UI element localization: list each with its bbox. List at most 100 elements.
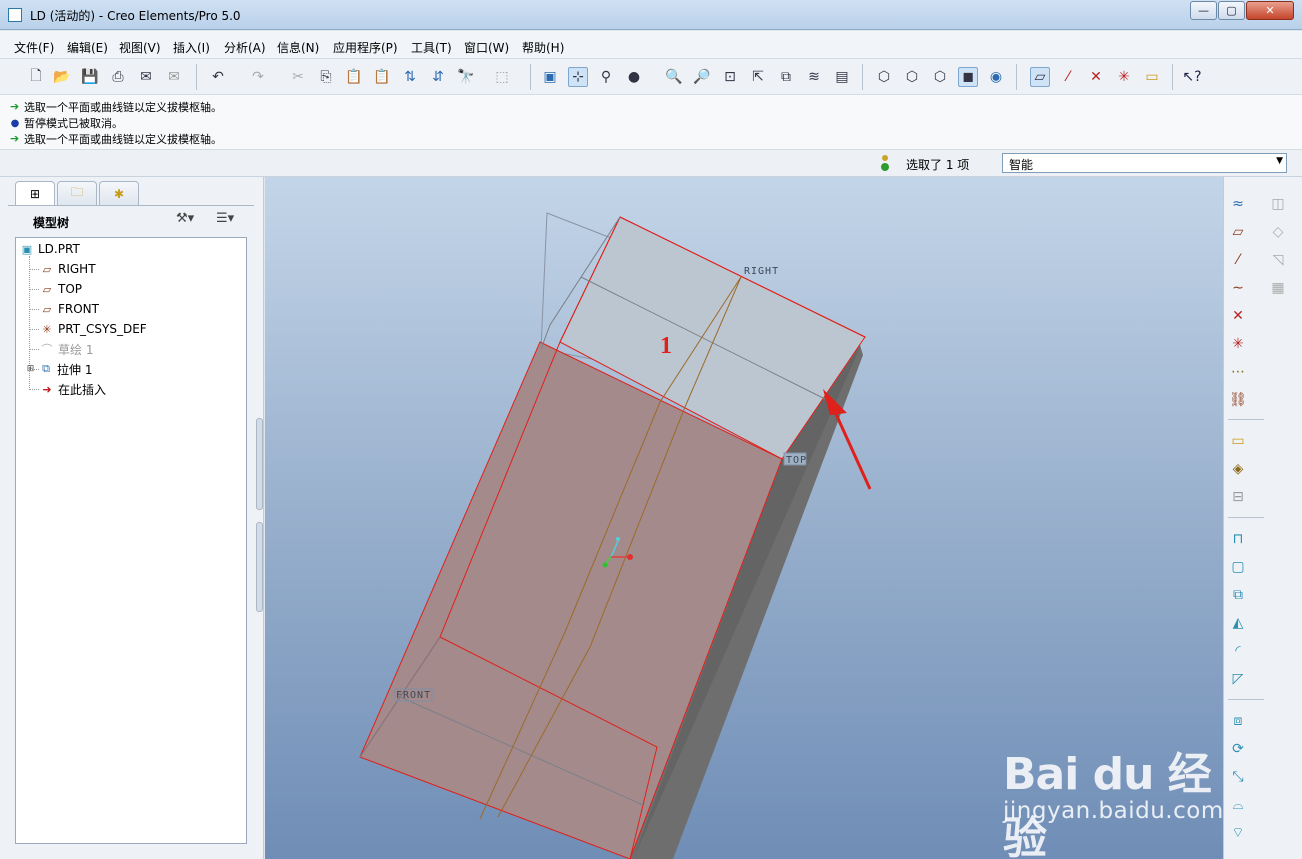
datum-plane-display-icon[interactable]: ▱ xyxy=(1030,67,1050,87)
datum-point-display-icon[interactable]: ✕ xyxy=(1086,67,1106,87)
hidden-line-icon[interactable]: ⬡ xyxy=(902,67,922,87)
email-link-icon[interactable]: ✉ xyxy=(164,67,184,87)
wireframe-icon[interactable]: ⬡ xyxy=(874,67,894,87)
zoom-in-icon[interactable]: 🔍 xyxy=(664,67,684,87)
tree-item-extrude[interactable]: ⊞ ⧉ 拉伸 1 xyxy=(26,360,93,378)
enhanced-realism-icon[interactable]: ◉ xyxy=(986,67,1006,87)
tree-show-icon[interactable]: ☰▾ xyxy=(216,211,234,226)
orient-mode-icon[interactable]: ⚲ xyxy=(596,67,616,87)
repaint-icon[interactable]: ▣ xyxy=(540,67,560,87)
menu-applications[interactable]: 应用程序(P) xyxy=(333,39,398,56)
panel-sash[interactable] xyxy=(256,418,264,612)
context-help-icon[interactable]: ↖? xyxy=(1182,67,1202,87)
sweep-feature-icon[interactable]: ⤡ xyxy=(1228,767,1248,787)
annotation-display-icon[interactable]: ▭ xyxy=(1142,67,1162,87)
appearance-icon[interactable]: ● xyxy=(624,67,644,87)
regenerate-icon[interactable]: ⇅ xyxy=(400,67,420,87)
surface-feature-icon[interactable]: ⌔ xyxy=(1228,823,1248,843)
print-icon[interactable]: ⎙ xyxy=(108,67,128,87)
view-manager-icon[interactable]: ▤ xyxy=(832,67,852,87)
merge-tool-icon[interactable]: ◇ xyxy=(1268,222,1288,242)
sketch-ref-icon[interactable]: ⊟ xyxy=(1228,487,1248,507)
draft-tool-icon[interactable]: ◭ xyxy=(1228,613,1248,633)
menu-view[interactable]: 视图(V) xyxy=(119,39,161,56)
layers-icon[interactable]: ≋ xyxy=(804,67,824,87)
menu-file[interactable]: 文件(F) xyxy=(14,39,54,56)
datum-label-right: RIGHT xyxy=(744,266,779,277)
tree-item-right[interactable]: ▱ RIGHT xyxy=(40,260,96,278)
datum-axis-display-icon[interactable]: ⁄ xyxy=(1058,67,1078,87)
datum-filter-icon[interactable]: ≈ xyxy=(1228,194,1248,214)
datum-curve-tool-icon[interactable]: ∼ xyxy=(1228,278,1248,298)
zoom-out-icon[interactable]: 🔎 xyxy=(692,67,712,87)
paste-special-icon[interactable]: 📋 xyxy=(372,67,392,87)
save-icon[interactable]: 💾 xyxy=(80,67,100,87)
trim-tool-icon[interactable]: ◹ xyxy=(1268,250,1288,270)
datum-point-tool-icon[interactable]: ✕ xyxy=(1228,306,1248,326)
menu-edit[interactable]: 编辑(E) xyxy=(67,39,108,56)
undo-icon[interactable]: ↶ xyxy=(208,67,228,87)
chain-tool-icon[interactable]: ⛓ xyxy=(1228,390,1248,410)
sketch-tool-icon[interactable]: ▭ xyxy=(1228,431,1248,451)
datum-axis-tool-icon[interactable]: ⁄ xyxy=(1228,250,1248,270)
spin-center-icon[interactable]: ⊹ xyxy=(568,67,588,87)
tree-item-csys[interactable]: ✳ PRT_CSYS_DEF xyxy=(40,320,146,338)
hole-tool-icon[interactable]: ⧉ xyxy=(1228,585,1248,605)
round-tool-icon[interactable]: ◜ xyxy=(1228,641,1248,661)
menu-window[interactable]: 窗口(W) xyxy=(464,39,509,56)
csys-tool-icon[interactable]: ✳ xyxy=(1228,334,1248,354)
expand-icon[interactable]: ⊞ xyxy=(26,362,35,376)
menu-insert[interactable]: 插入(I) xyxy=(173,39,210,56)
mirror-tool-icon[interactable]: ◫ xyxy=(1268,194,1288,214)
graphics-viewport[interactable]: RIGHT TOP FRONT 1 xyxy=(265,177,1223,859)
tab-folder-browser[interactable]: 🗀 xyxy=(57,181,97,205)
analysis-tool-icon[interactable]: ⋯ xyxy=(1228,362,1248,382)
menu-help[interactable]: 帮助(H) xyxy=(522,39,564,56)
blend-feature-icon[interactable]: ⌓ xyxy=(1228,795,1248,815)
paste-icon[interactable]: 📋 xyxy=(344,67,364,87)
tree-item-insert-here[interactable]: ➜ 在此插入 xyxy=(40,380,106,398)
sketch-view-icon[interactable]: ◈ xyxy=(1228,459,1248,479)
selection-box-icon[interactable]: ⬚ xyxy=(485,67,519,87)
tree-settings-icon[interactable]: ⚒▾ xyxy=(176,211,194,226)
prompt-arrow-icon: ➔ xyxy=(10,100,20,113)
datum-plane-tool-icon[interactable]: ▱ xyxy=(1228,222,1248,242)
menu-tools[interactable]: 工具(T) xyxy=(411,39,452,56)
tree-item-top[interactable]: ▱ TOP xyxy=(40,280,82,298)
tab-model-tree[interactable]: ⊞ xyxy=(15,181,55,205)
csys-display-icon[interactable]: ✳ xyxy=(1114,67,1134,87)
extrude-feature-icon[interactable]: ⧈ xyxy=(1228,711,1248,731)
redo-icon[interactable]: ↷ xyxy=(248,67,268,87)
email-icon[interactable]: ✉ xyxy=(136,67,156,87)
shell-tool-icon[interactable]: ▢ xyxy=(1228,557,1248,577)
tree-item-front[interactable]: ▱ FRONT xyxy=(40,300,99,318)
close-button[interactable]: ✕ xyxy=(1246,1,1294,20)
sash-upper[interactable] xyxy=(256,418,263,510)
reorient-icon[interactable]: ⇱ xyxy=(748,67,768,87)
refit-icon[interactable]: ⊡ xyxy=(720,67,740,87)
new-file-icon[interactable]: 🗋 xyxy=(26,67,46,87)
shading-icon[interactable]: ◼ xyxy=(958,67,978,87)
copy-icon[interactable]: ⎘ xyxy=(316,67,336,87)
regen-manager-icon[interactable]: ⇵ xyxy=(428,67,448,87)
pattern-tool-icon[interactable]: ▦ xyxy=(1268,278,1288,298)
open-file-icon[interactable]: 📂 xyxy=(52,67,72,87)
selection-filter-select[interactable]: 智能 ▼ xyxy=(1002,153,1287,173)
cut-icon[interactable]: ✂ xyxy=(288,67,308,87)
find-icon[interactable]: 🔭 xyxy=(456,67,476,87)
minimize-button[interactable]: — xyxy=(1190,1,1217,20)
message-area: ➔ 选取一个平面或曲线链以定义拔模枢轴。 ● 暂停模式已被取消。 ➔ 选取一个平… xyxy=(0,95,1302,150)
menu-info[interactable]: 信息(N) xyxy=(277,39,319,56)
maximize-button[interactable]: ▢ xyxy=(1218,1,1245,20)
extrude-tool-icon[interactable]: ⊓ xyxy=(1228,529,1248,549)
tree-item-sketch[interactable]: ⌒ 草绘 1 xyxy=(40,340,94,358)
tab-favorites[interactable]: ✱ xyxy=(99,181,139,205)
sash-lower[interactable] xyxy=(256,522,263,612)
status-bar: 选取了 1 项 智能 ▼ xyxy=(0,150,1302,177)
menu-analysis[interactable]: 分析(A) xyxy=(224,39,266,56)
chamfer-tool-icon[interactable]: ◸ xyxy=(1228,669,1248,689)
saved-views-icon[interactable]: ⧉ xyxy=(776,67,796,87)
revolve-feature-icon[interactable]: ⟳ xyxy=(1228,739,1248,759)
tree-item-part[interactable]: ▣ LD.PRT xyxy=(20,240,80,258)
no-hidden-icon[interactable]: ⬡ xyxy=(930,67,950,87)
